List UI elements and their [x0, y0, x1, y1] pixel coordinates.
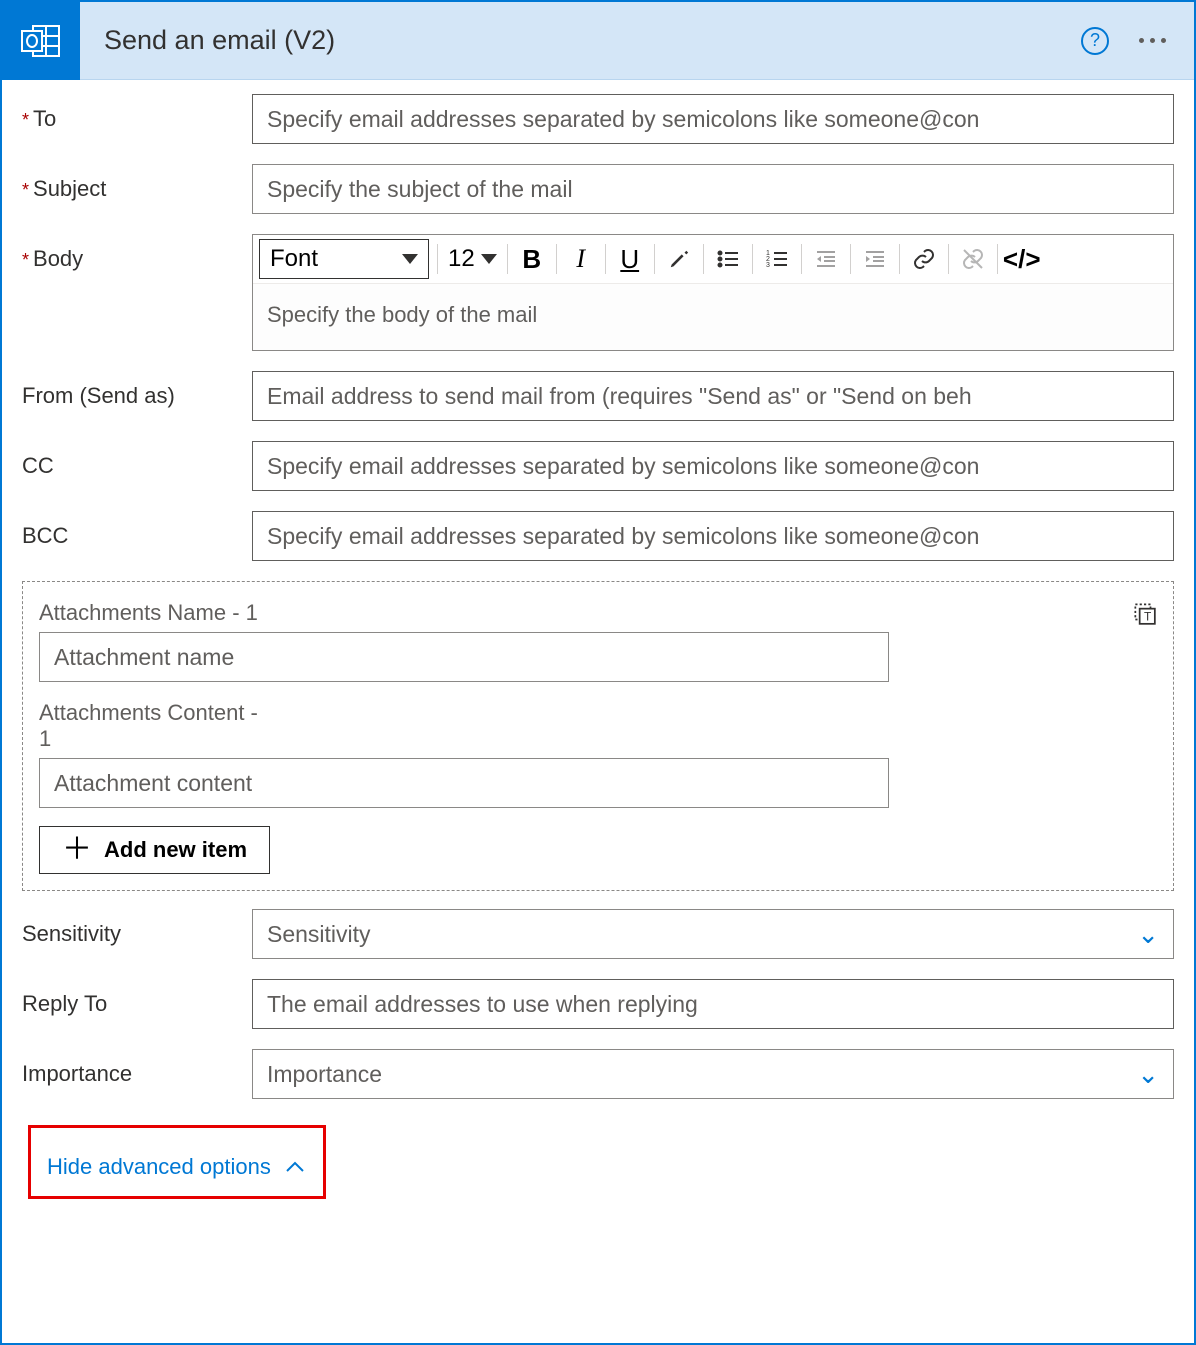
header-actions: ? — [1081, 27, 1194, 55]
body-editor: Font 12 B I U — [252, 234, 1174, 351]
caret-down-icon — [481, 254, 497, 264]
label-to: To — [22, 94, 252, 132]
toolbar-separator — [437, 244, 438, 274]
hide-advanced-options-label: Hide advanced options — [47, 1154, 271, 1180]
row-subject: Subject — [22, 164, 1174, 214]
plus-icon: ＋ — [62, 835, 92, 865]
attachments-section: Attachments Name - 1 T Attachments Conte… — [22, 581, 1174, 891]
caret-down-icon — [402, 254, 418, 264]
from-input[interactable] — [252, 371, 1174, 421]
font-picker-label: Font — [270, 245, 318, 273]
bold-button[interactable]: B — [512, 239, 552, 279]
row-from: From (Send as) — [22, 371, 1174, 421]
more-icon[interactable] — [1139, 38, 1166, 43]
importance-placeholder: Importance — [267, 1061, 382, 1088]
sensitivity-select[interactable]: Sensitivity ⌄ — [252, 909, 1174, 959]
hide-advanced-options-link[interactable]: Hide advanced options — [43, 1148, 309, 1186]
switch-to-array-icon[interactable]: T — [1131, 600, 1157, 626]
attachment-name-input[interactable] — [39, 632, 889, 682]
row-sensitivity: Sensitivity Sensitivity ⌄ — [22, 909, 1174, 959]
toolbar-separator — [605, 244, 606, 274]
toolbar-separator — [507, 244, 508, 274]
chevron-down-icon: ⌄ — [1137, 1059, 1159, 1090]
cc-input[interactable] — [252, 441, 1174, 491]
label-importance: Importance — [22, 1049, 252, 1087]
label-subject: Subject — [22, 164, 252, 202]
add-new-item-button[interactable]: ＋ Add new item — [39, 826, 270, 874]
svg-text:3: 3 — [766, 262, 770, 269]
toolbar-separator — [801, 244, 802, 274]
toolbar-separator — [556, 244, 557, 274]
font-size-picker[interactable]: 12 — [442, 239, 503, 279]
toolbar-separator — [752, 244, 753, 274]
sensitivity-placeholder: Sensitivity — [267, 921, 371, 948]
outdent-button[interactable] — [806, 239, 846, 279]
card-title: Send an email (V2) — [80, 25, 1081, 56]
toolbar-separator — [703, 244, 704, 274]
italic-button[interactable]: I — [561, 239, 601, 279]
subject-input[interactable] — [252, 164, 1174, 214]
toolbar-separator — [948, 244, 949, 274]
row-body: Body Font 12 B I — [22, 234, 1174, 351]
bulleted-list-button[interactable] — [708, 239, 748, 279]
body-textarea[interactable]: Specify the body of the mail — [253, 284, 1173, 350]
form-body: To Subject Body Font 12 — [2, 80, 1194, 1199]
outlook-icon — [2, 2, 80, 80]
chevron-up-icon — [285, 1160, 305, 1174]
label-body: Body — [22, 234, 252, 272]
label-reply-to: Reply To — [22, 979, 252, 1017]
font-picker[interactable]: Font — [259, 239, 429, 279]
toolbar-separator — [997, 244, 998, 274]
row-bcc: BCC — [22, 511, 1174, 561]
row-importance: Importance Importance ⌄ — [22, 1049, 1174, 1099]
font-size-value: 12 — [448, 245, 475, 273]
outlook-logo-svg — [19, 19, 63, 63]
label-cc: CC — [22, 441, 252, 479]
row-reply-to: Reply To — [22, 979, 1174, 1029]
bcc-input[interactable] — [252, 511, 1174, 561]
underline-button[interactable]: U — [610, 239, 650, 279]
attachment-name-label: Attachments Name - 1 — [39, 600, 1131, 626]
row-to: To — [22, 94, 1174, 144]
chevron-down-icon: ⌄ — [1137, 919, 1159, 950]
to-input[interactable] — [252, 94, 1174, 144]
indent-button[interactable] — [855, 239, 895, 279]
card-header: Send an email (V2) ? — [2, 2, 1194, 80]
toolbar-separator — [654, 244, 655, 274]
color-picker-button[interactable] — [659, 239, 699, 279]
numbered-list-button[interactable]: 123 — [757, 239, 797, 279]
link-button[interactable] — [904, 239, 944, 279]
label-sensitivity: Sensitivity — [22, 909, 252, 947]
toolbar-separator — [899, 244, 900, 274]
row-cc: CC — [22, 441, 1174, 491]
highlighted-region: Hide advanced options — [28, 1125, 326, 1199]
importance-select[interactable]: Importance ⌄ — [252, 1049, 1174, 1099]
rich-text-toolbar: Font 12 B I U — [253, 235, 1173, 284]
attachment-content-input[interactable] — [39, 758, 889, 808]
svg-text:T: T — [1144, 610, 1151, 624]
label-from: From (Send as) — [22, 371, 252, 409]
help-icon[interactable]: ? — [1081, 27, 1109, 55]
reply-to-input[interactable] — [252, 979, 1174, 1029]
unlink-button[interactable] — [953, 239, 993, 279]
attachment-content-label: Attachments Content - 1 — [39, 700, 259, 752]
toolbar-separator — [850, 244, 851, 274]
add-new-item-label: Add new item — [104, 837, 247, 863]
code-view-button[interactable]: </> — [1002, 239, 1042, 279]
label-bcc: BCC — [22, 511, 252, 549]
